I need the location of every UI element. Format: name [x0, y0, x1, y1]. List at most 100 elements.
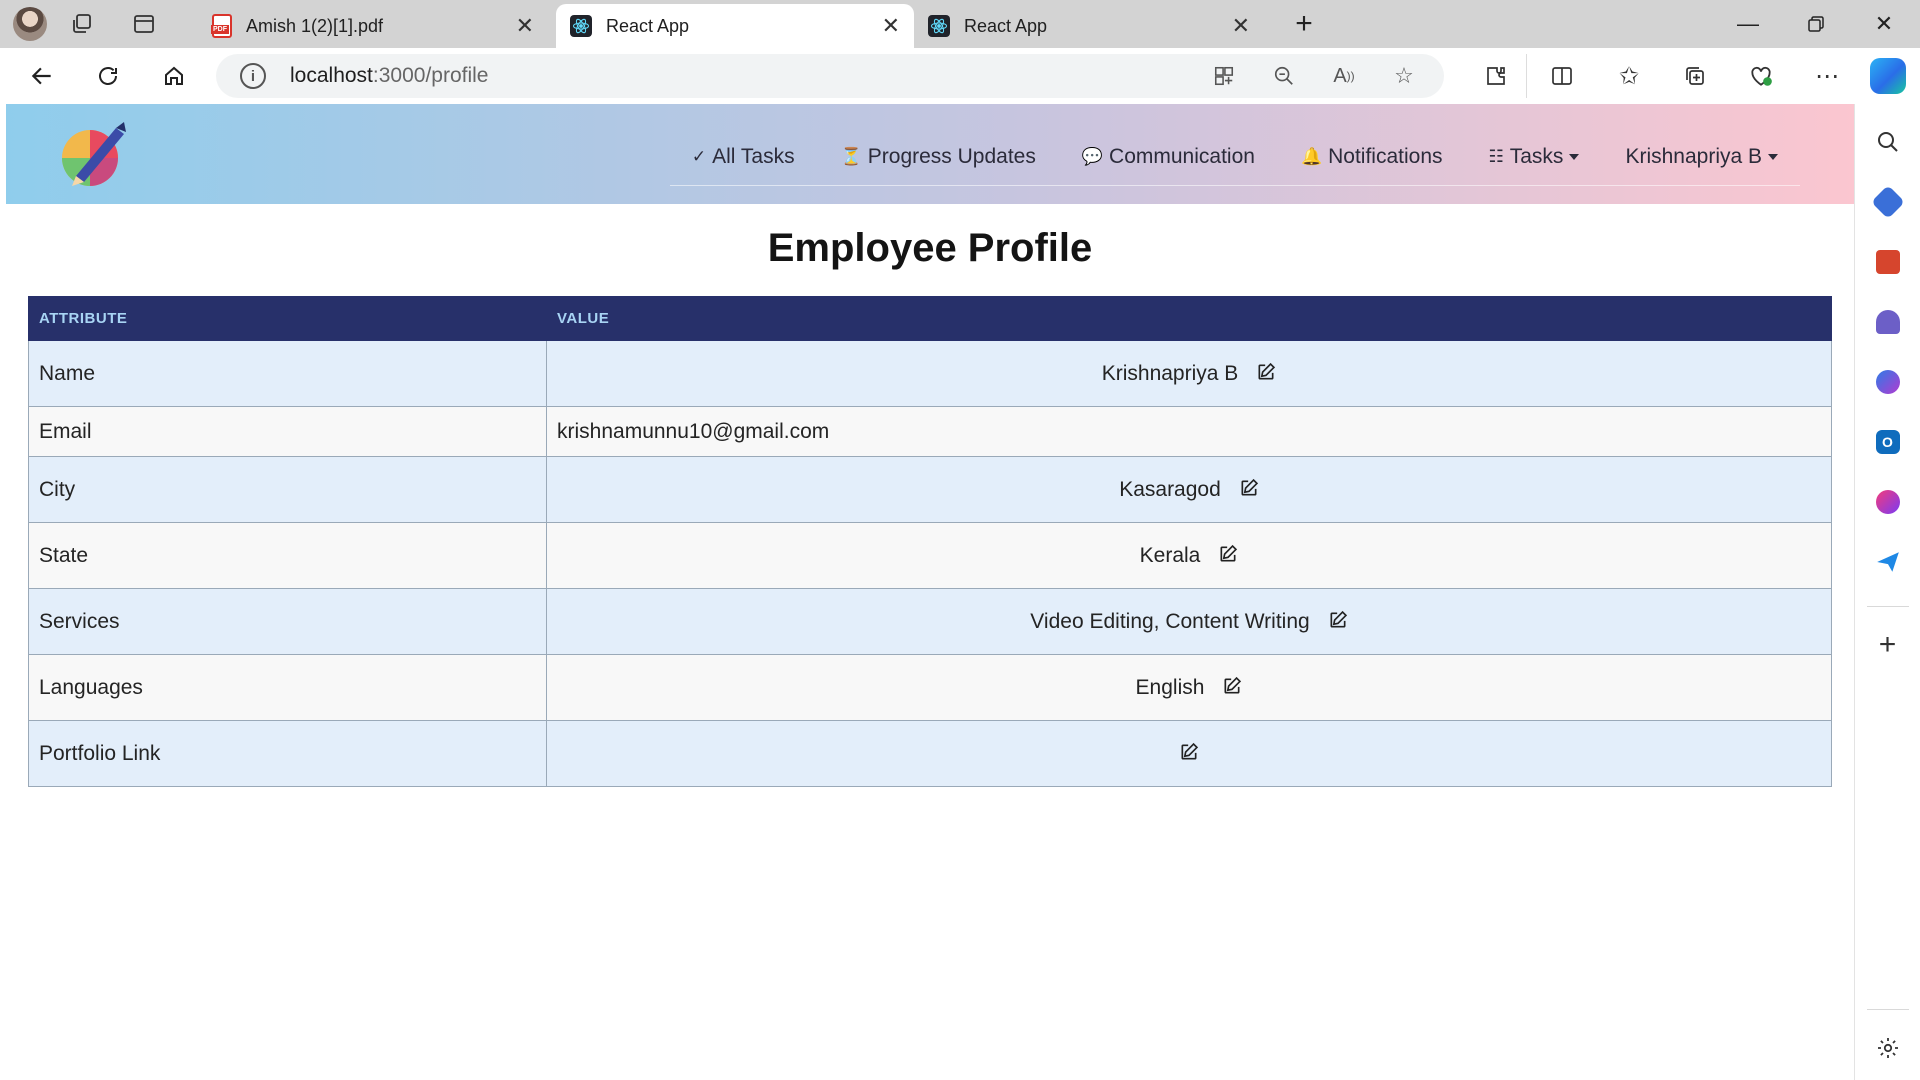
- attribute-cell: Languages: [28, 654, 547, 721]
- table-row: Portfolio Link: [28, 720, 1832, 787]
- nav-tasks-dropdown[interactable]: ☷ Tasks: [1489, 145, 1580, 169]
- new-tab-button[interactable]: +: [1274, 0, 1334, 48]
- page-title: Employee Profile: [767, 226, 1093, 270]
- value-cell: krishnamunnu10@gmail.com: [546, 406, 1832, 457]
- zoom-out-icon[interactable]: [1254, 54, 1314, 98]
- home-button[interactable]: [146, 54, 202, 98]
- workspaces-icon[interactable]: [60, 2, 104, 46]
- browser-toolbar: i localhost:3000/profile A)) ☆ ✩ ⋯: [0, 48, 1920, 104]
- games-icon[interactable]: [1866, 300, 1910, 344]
- add-icon[interactable]: +: [1866, 623, 1910, 667]
- nav-link-label: Notifications: [1328, 144, 1443, 168]
- table-row: State Kerala: [28, 522, 1832, 589]
- url-host: localhost: [290, 64, 373, 87]
- edit-icon[interactable]: [1328, 610, 1348, 630]
- nav-user-dropdown[interactable]: Krishnapriya B: [1625, 145, 1778, 169]
- bell-icon: 🔔: [1300, 146, 1323, 166]
- restore-button[interactable]: [1784, 0, 1848, 48]
- nav-link-label: Krishnapriya B: [1625, 144, 1762, 168]
- split-screen-icon[interactable]: [1526, 54, 1596, 98]
- nav-progress-updates[interactable]: ⏳ Progress Updates: [841, 145, 1036, 169]
- browser-essentials-icon[interactable]: [1728, 54, 1794, 98]
- send-icon[interactable]: [1866, 540, 1910, 584]
- nav-communication[interactable]: 💬 Communication: [1082, 145, 1255, 169]
- edit-icon[interactable]: [1179, 742, 1199, 762]
- nav-link-label: Communication: [1109, 144, 1255, 168]
- tools-briefcase-icon[interactable]: [1866, 240, 1910, 284]
- favorites-icon[interactable]: ✩: [1596, 54, 1662, 98]
- app-available-icon[interactable]: [1194, 54, 1254, 98]
- value-text: Kasaragod: [1119, 477, 1221, 501]
- chat-bubble-icon: 💬: [1081, 146, 1104, 166]
- value-cell: Kerala: [546, 522, 1832, 589]
- edit-icon[interactable]: [1218, 544, 1238, 564]
- outlook-icon[interactable]: O: [1866, 420, 1910, 464]
- attribute-cell: State: [28, 522, 547, 589]
- column-header-value: VALUE: [546, 296, 1832, 341]
- edit-icon[interactable]: [1256, 362, 1276, 382]
- refresh-button[interactable]: [80, 54, 136, 98]
- back-button[interactable]: [14, 54, 70, 98]
- close-window-button[interactable]: ✕: [1852, 0, 1916, 48]
- react-icon: [570, 15, 592, 37]
- read-aloud-icon[interactable]: A)): [1314, 54, 1374, 98]
- more-menu-icon[interactable]: ⋯: [1794, 54, 1860, 98]
- chevron-down-icon: [1569, 153, 1580, 160]
- pdf-icon: [211, 14, 232, 38]
- page-viewport: ✓ All Tasks ⏳ Progress Updates 💬 Communicat…: [6, 104, 1854, 1078]
- attribute-cell: Services: [28, 588, 547, 655]
- copilot-icon[interactable]: [1870, 58, 1906, 94]
- sidebar-divider: [1866, 1009, 1909, 1010]
- settings-gear-icon[interactable]: [1866, 1026, 1910, 1070]
- profile-avatar[interactable]: [8, 2, 52, 46]
- search-icon[interactable]: [1866, 120, 1910, 164]
- tab-react-app[interactable]: React App ✕: [914, 4, 1264, 48]
- attribute-cell: Name: [28, 340, 547, 407]
- tab-react-app-active[interactable]: React App ✕: [556, 4, 914, 48]
- close-icon[interactable]: ✕: [1232, 13, 1250, 39]
- microsoft-365-icon[interactable]: [1866, 360, 1910, 404]
- close-icon[interactable]: ✕: [882, 13, 900, 39]
- favorite-star-icon[interactable]: ☆: [1374, 54, 1434, 98]
- address-url[interactable]: localhost:3000/profile: [290, 64, 488, 88]
- table-row: City Kasaragod: [28, 456, 1832, 523]
- app-logo[interactable]: [58, 118, 130, 190]
- value-cell: English: [546, 654, 1832, 721]
- react-icon: [928, 15, 950, 37]
- attribute-cell: Email: [28, 406, 547, 457]
- minimize-button[interactable]: —: [1716, 0, 1780, 48]
- attribute-cell: City: [28, 456, 547, 523]
- value-cell: Video Editing, Content Writing: [546, 588, 1832, 655]
- tab-title: React App: [964, 15, 1048, 36]
- table-row: Email krishnamunnu10@gmail.com: [28, 406, 1832, 457]
- hourglass-icon: ⏳: [840, 146, 862, 166]
- nav-notifications[interactable]: 🔔 Notifications: [1301, 145, 1443, 169]
- edit-icon[interactable]: [1222, 676, 1242, 696]
- sidebar-divider: [1866, 606, 1909, 607]
- table-row: Services Video Editing, Content Writing: [28, 588, 1832, 655]
- url-path: :3000/profile: [372, 64, 489, 87]
- nav-all-tasks[interactable]: ✓ All Tasks: [692, 145, 795, 169]
- info-icon[interactable]: i: [240, 63, 266, 89]
- designer-icon[interactable]: [1866, 480, 1910, 524]
- nav-link-label: All Tasks: [712, 144, 795, 168]
- value-text: Kerala: [1139, 543, 1201, 567]
- value-text: English: [1135, 675, 1205, 699]
- table-row: Languages English: [28, 654, 1832, 721]
- edit-icon[interactable]: [1239, 478, 1259, 498]
- tab-pdf[interactable]: Amish 1(2)[1].pdf ✕: [198, 4, 548, 48]
- column-header-attribute: ATTRIBUTE: [28, 296, 547, 341]
- value-text: Krishnapriya B: [1101, 361, 1239, 385]
- extensions-icon[interactable]: [1466, 54, 1526, 98]
- profile-table: ATTRIBUTE VALUE Name Krishnapriya B Emai…: [28, 296, 1832, 787]
- collections-icon[interactable]: [1662, 54, 1728, 98]
- shopping-tag-icon[interactable]: [1866, 180, 1910, 224]
- close-icon[interactable]: ✕: [516, 13, 534, 39]
- value-cell: Kasaragod: [546, 456, 1832, 523]
- table-row: Name Krishnapriya B: [28, 340, 1832, 407]
- table-header-row: ATTRIBUTE VALUE: [28, 296, 1832, 341]
- address-bar[interactable]: i localhost:3000/profile A)) ☆: [216, 54, 1444, 98]
- vertical-tabs-icon[interactable]: [122, 2, 166, 46]
- nav-link-label: Progress Updates: [867, 144, 1036, 168]
- value-cell: [546, 720, 1832, 787]
